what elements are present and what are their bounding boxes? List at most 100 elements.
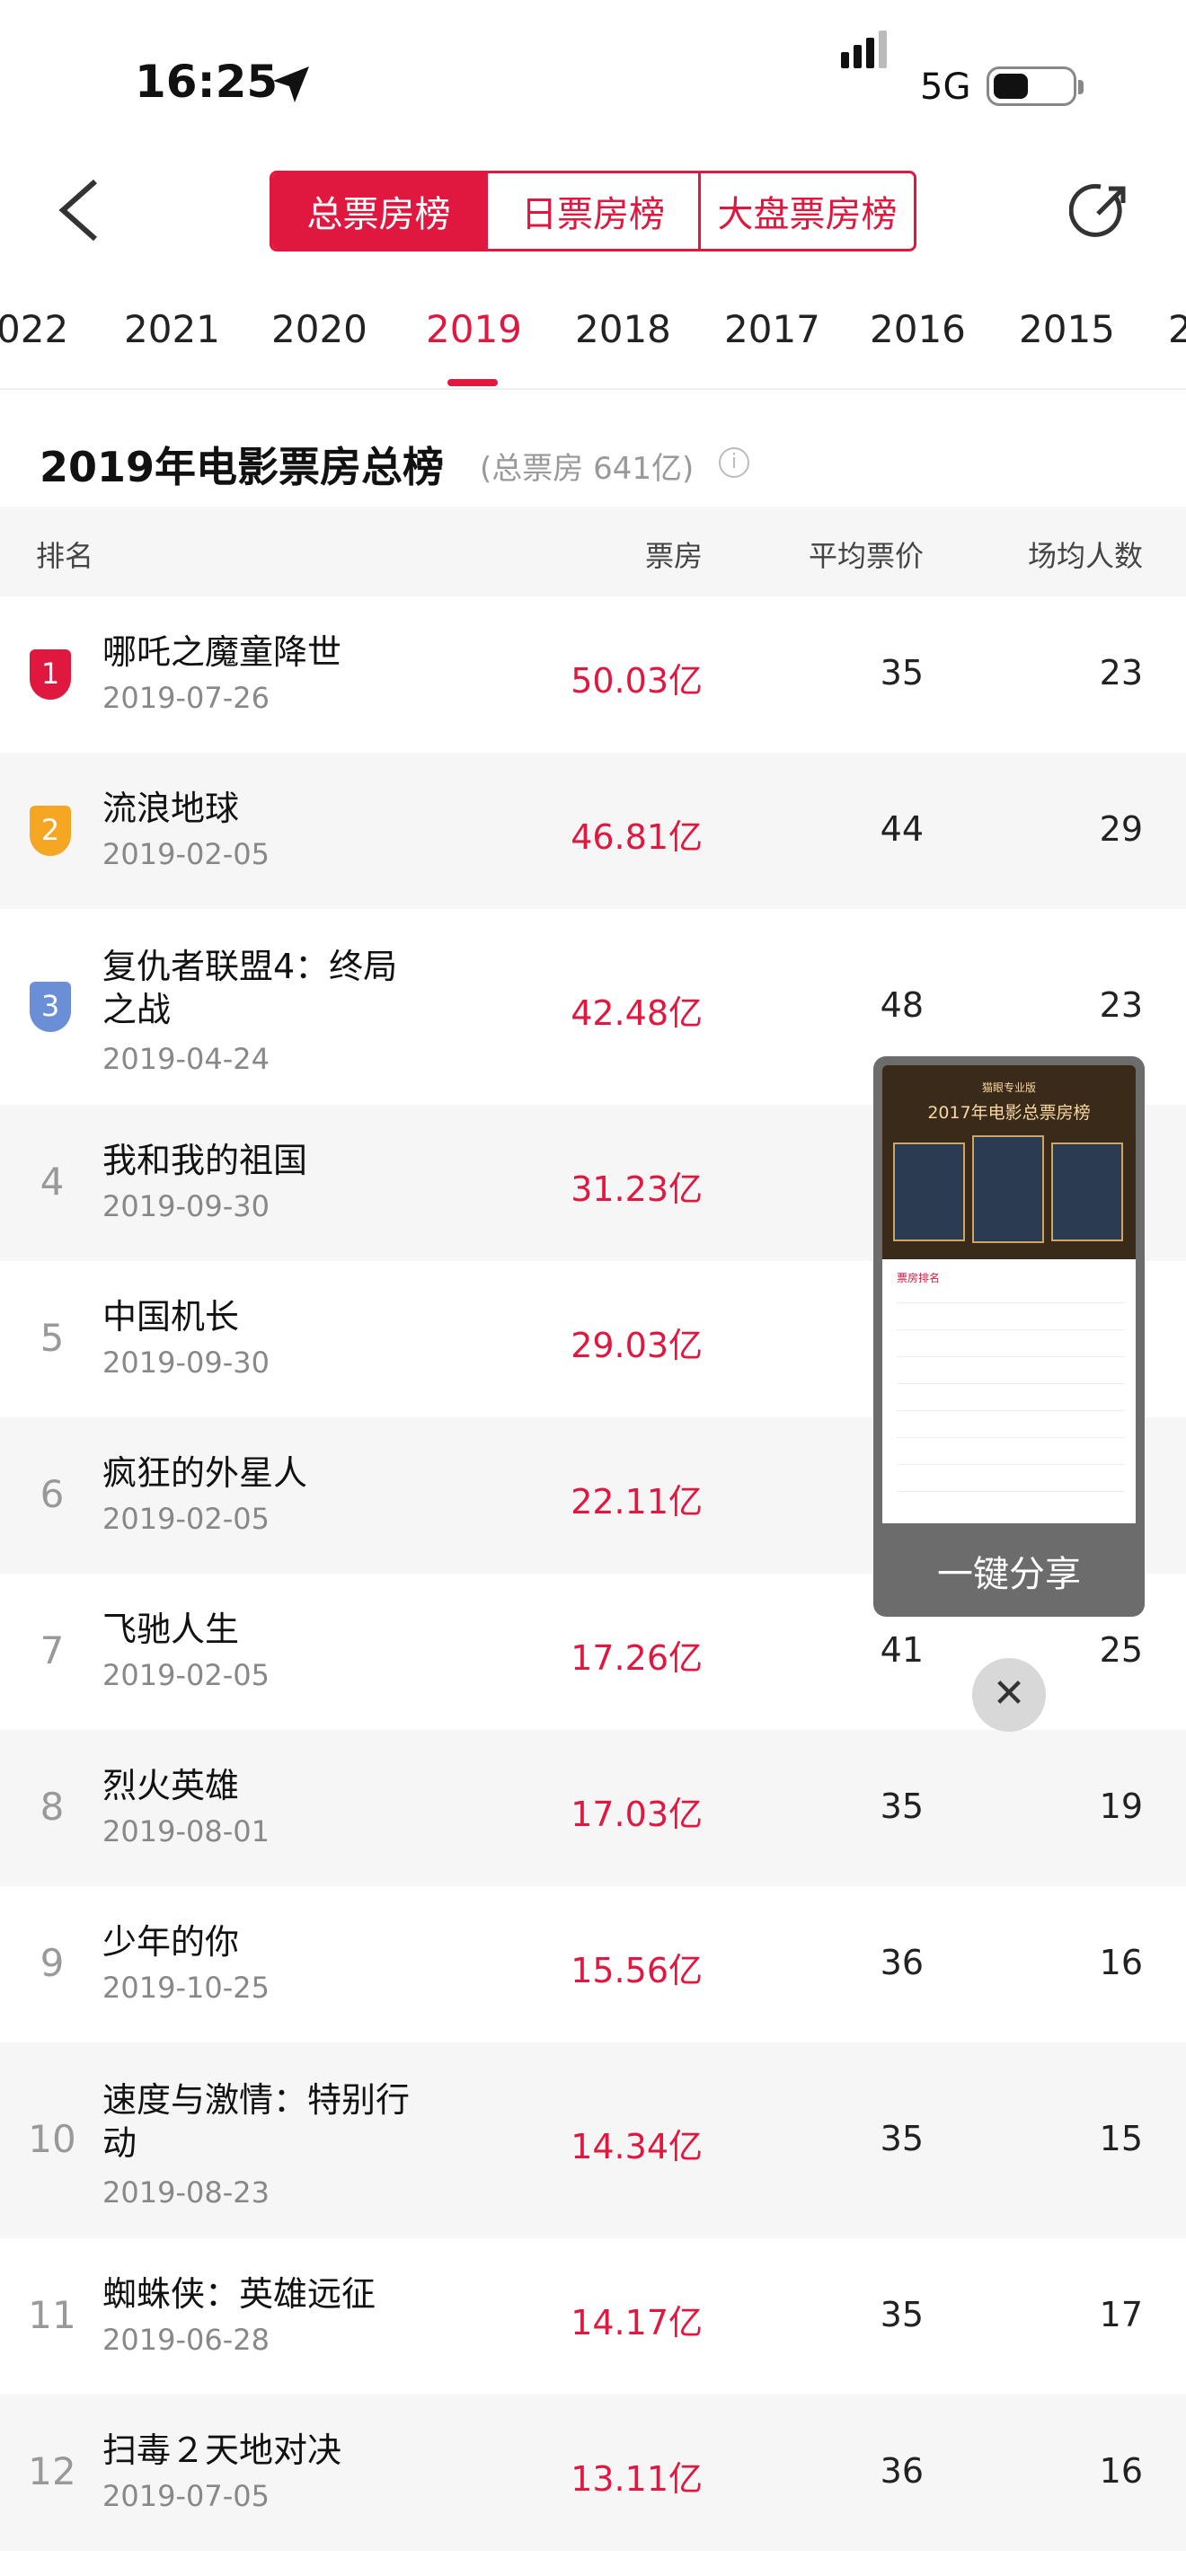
- back-icon[interactable]: [52, 176, 106, 244]
- movie-name: 哪吒之魔童降世: [102, 632, 342, 672]
- year-tabs: 022 2021 2020 2019 2018 2017 2016 2015 2: [0, 296, 1186, 386]
- box-office-value: 46.81亿: [571, 817, 703, 857]
- year-tab-active[interactable]: 2019: [426, 307, 522, 351]
- rank-number: 6: [40, 1472, 65, 1516]
- total-box-office: (总票房 641亿): [480, 451, 695, 487]
- tab-market-box[interactable]: 大盘票房榜: [698, 173, 914, 249]
- release-date: 2019-04-24: [102, 1042, 270, 1076]
- avg-price-value: 36: [880, 1943, 924, 1982]
- release-date: 2019-02-05: [102, 1658, 270, 1692]
- year-tab[interactable]: 2018: [575, 307, 671, 351]
- status-time: 16:25: [135, 56, 279, 108]
- avg-people-value: 15: [1099, 2119, 1143, 2158]
- share-icon[interactable]: [1069, 180, 1132, 243]
- release-date: 2019-08-23: [102, 2175, 270, 2210]
- rank-number: 10: [28, 2117, 76, 2161]
- table-row[interactable]: 12 扫毒２天地对决 2019-07-05 13.11亿 36 16: [0, 2395, 1186, 2551]
- movie-name: 疯狂的外星人: [102, 1453, 308, 1493]
- box-office-value: 42.48亿: [571, 993, 703, 1033]
- box-office-value: 15.56亿: [571, 1951, 703, 1990]
- header-rank: 排名: [36, 539, 94, 573]
- movie-name: 少年的你: [102, 1922, 240, 1962]
- rank-badge: 1: [30, 649, 71, 700]
- box-office-value: 17.03亿: [571, 1795, 703, 1834]
- table-row[interactable]: 1 哪吒之魔童降世 2019-07-26 50.03亿 35 23: [0, 596, 1186, 753]
- box-office-value: 31.23亿: [571, 1169, 703, 1209]
- close-icon[interactable]: ✕: [972, 1658, 1046, 1732]
- board-tabs: 总票房榜 日票房榜 大盘票房榜: [270, 171, 916, 251]
- rank-number: 12: [28, 2449, 76, 2493]
- rank-number: 4: [40, 1160, 65, 1204]
- avg-price-value: 35: [880, 653, 924, 693]
- one-click-share-button[interactable]: 一键分享: [873, 1545, 1145, 1597]
- movie-name: 中国机长: [102, 1297, 240, 1337]
- box-office-value: 29.03亿: [571, 1326, 703, 1365]
- release-date: 2019-09-30: [102, 1345, 270, 1380]
- year-tab[interactable]: 2021: [124, 307, 220, 351]
- movie-name: 扫毒２天地对决: [102, 2430, 342, 2470]
- network-label: 5G: [920, 66, 971, 108]
- avg-price-value: 35: [880, 1786, 924, 1826]
- info-icon[interactable]: i: [719, 447, 749, 478]
- year-tab[interactable]: 022: [0, 307, 68, 351]
- table-row[interactable]: 8 烈火英雄 2019-08-01 17.03亿 35 19: [0, 1730, 1186, 1886]
- box-office-value: 22.11亿: [571, 1482, 703, 1522]
- avg-people-value: 23: [1099, 653, 1143, 693]
- avg-people-value: 19: [1099, 1786, 1143, 1826]
- avg-price-value: 35: [880, 2119, 924, 2158]
- table-row[interactable]: 9 少年的你 2019-10-25 15.56亿 36 16: [0, 1886, 1186, 2042]
- movie-name: 复仇者联盟4：终局之战: [102, 947, 398, 1029]
- movie-name: 飞驰人生: [102, 1610, 240, 1649]
- avg-people-value: 16: [1099, 1943, 1143, 1982]
- movie-name: 流浪地球: [102, 789, 240, 828]
- release-date: 2019-02-05: [102, 1502, 270, 1536]
- rank-number: 5: [40, 1316, 65, 1360]
- rank-badge: 3: [30, 982, 71, 1032]
- year-tab[interactable]: 2016: [870, 307, 966, 351]
- box-office-value: 14.17亿: [571, 2303, 703, 2342]
- table-row[interactable]: 2 流浪地球 2019-02-05 46.81亿 44 29: [0, 753, 1186, 909]
- avg-people-value: 17: [1099, 2295, 1143, 2334]
- year-tab[interactable]: 2020: [271, 307, 367, 351]
- avg-people-value: 29: [1099, 809, 1143, 849]
- movie-name: 速度与激情：特别行动: [102, 2080, 411, 2163]
- movie-name: 我和我的祖国: [102, 1141, 308, 1180]
- avg-price-value: 44: [880, 809, 924, 849]
- header-box[interactable]: 票房: [645, 534, 703, 575]
- table-row[interactable]: 10 速度与激情：特别行动 2019-08-23 14.34亿 35 15: [0, 2042, 1186, 2238]
- tab-daily-box[interactable]: 日票房榜: [485, 173, 698, 249]
- rank-number: 11: [28, 2293, 76, 2337]
- avg-people-value: 16: [1099, 2451, 1143, 2491]
- release-date: 2019-10-25: [102, 1971, 270, 2005]
- year-tab[interactable]: 2017: [724, 307, 820, 351]
- table-row[interactable]: 11 蜘蛛侠：英雄远征 2019-06-28 14.17亿 35 17: [0, 2238, 1186, 2395]
- header-people[interactable]: 场均人数: [1028, 534, 1143, 575]
- avg-price-value: 48: [880, 985, 924, 1025]
- active-tab-indicator: [447, 379, 498, 386]
- release-date: 2019-06-28: [102, 2323, 270, 2357]
- table-header: 排名 票房 平均票价 场均人数: [0, 507, 1186, 596]
- share-preview-card[interactable]: 猫眼专业版 2017年电影总票房榜 票房排名 一键分享: [873, 1056, 1145, 1617]
- year-tab[interactable]: 2: [1168, 307, 1186, 351]
- header-price[interactable]: 平均票价: [809, 534, 924, 575]
- location-arrow-icon: [273, 66, 309, 102]
- box-office-value: 14.34亿: [571, 2127, 703, 2166]
- divider: [0, 388, 1186, 390]
- avg-price-value: 41: [880, 1630, 924, 1670]
- release-date: 2019-07-26: [102, 681, 270, 715]
- box-office-value: 13.11亿: [571, 2459, 703, 2499]
- avg-people-value: 23: [1099, 985, 1143, 1025]
- rank-badge: 2: [30, 806, 71, 856]
- release-date: 2019-09-30: [102, 1189, 270, 1223]
- release-date: 2019-07-05: [102, 2479, 270, 2513]
- avg-people-value: 25: [1099, 1630, 1143, 1670]
- rank-number: 9: [40, 1941, 65, 1985]
- release-date: 2019-02-05: [102, 837, 270, 871]
- tab-total-box[interactable]: 总票房榜: [272, 173, 485, 249]
- year-tab[interactable]: 2015: [1019, 307, 1115, 351]
- battery-icon: [987, 66, 1084, 106]
- movie-name: 蜘蛛侠：英雄远征: [102, 2274, 376, 2314]
- share-preview-image: 猫眼专业版 2017年电影总票房榜: [882, 1065, 1136, 1259]
- rank-number: 8: [40, 1785, 65, 1829]
- page-title: 2019年电影票房总榜: [40, 443, 445, 491]
